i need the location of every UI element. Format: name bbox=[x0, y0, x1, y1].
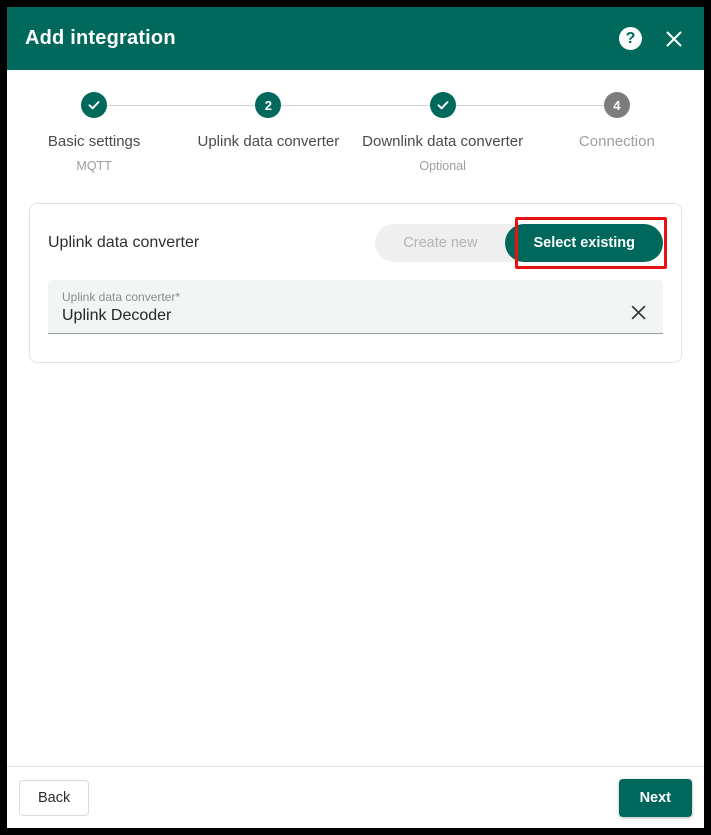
step-connector bbox=[94, 105, 269, 106]
step-label-2: Uplink data converter bbox=[197, 133, 340, 150]
stepper-step-uplink-data-converter[interactable]: 2 Uplink data converter bbox=[181, 92, 443, 159]
step-marker-2[interactable]: 2 bbox=[255, 92, 282, 118]
uplink-data-converter-value: Uplink Decoder bbox=[62, 307, 172, 324]
back-button[interactable]: Back bbox=[19, 779, 90, 816]
help-glyph: ? bbox=[625, 29, 636, 47]
clear-icon[interactable] bbox=[627, 301, 649, 323]
step-connector bbox=[442, 105, 617, 106]
add-integration-dialog: Add integration ? Basic settings MQTT 2 … bbox=[7, 7, 704, 828]
step-sublabel-1: MQTT bbox=[76, 159, 112, 173]
step-marker-4[interactable]: 4 bbox=[603, 92, 630, 118]
create-new-button[interactable]: Create new bbox=[375, 224, 505, 262]
step-marker-4-text: 4 bbox=[613, 97, 621, 113]
page-title: Add integration bbox=[25, 27, 176, 49]
header-actions: ? bbox=[619, 27, 686, 51]
uplink-data-converter-field[interactable]: Uplink data converter* Uplink Decoder bbox=[48, 280, 663, 334]
stepper-step-basic-settings[interactable]: Basic settings MQTT bbox=[7, 92, 269, 173]
step-connector bbox=[268, 105, 443, 106]
step-marker-1[interactable] bbox=[81, 92, 108, 118]
card-header: Uplink data converter Create new Select … bbox=[48, 217, 668, 269]
stepper-row: Basic settings MQTT 2 Uplink data conver… bbox=[7, 92, 704, 173]
select-existing-button[interactable]: Select existing bbox=[505, 224, 663, 262]
step-marker-2-text: 2 bbox=[264, 97, 272, 113]
step-label-1: Basic settings bbox=[47, 133, 141, 150]
converter-mode-toggle-group: Create new Select existing bbox=[375, 217, 668, 269]
stepper-step-connection[interactable]: 4 Connection bbox=[530, 92, 704, 159]
next-button[interactable]: Next bbox=[618, 778, 692, 817]
step-label-3: Downlink data converter bbox=[362, 133, 524, 150]
uplink-converter-card: Uplink data converter Create new Select … bbox=[29, 203, 682, 363]
dialog-body: Uplink data converter Create new Select … bbox=[7, 173, 704, 766]
help-circle-icon[interactable]: ? bbox=[619, 27, 642, 50]
wizard-stepper: Basic settings MQTT 2 Uplink data conver… bbox=[7, 70, 704, 173]
dialog-footer: Back Next bbox=[7, 766, 704, 828]
dialog-header: Add integration ? bbox=[7, 7, 704, 70]
card-title: Uplink data converter bbox=[48, 234, 200, 251]
close-icon[interactable] bbox=[662, 27, 686, 51]
step-label-4: Connection bbox=[578, 133, 655, 150]
uplink-data-converter-label: Uplink data converter* bbox=[62, 290, 181, 304]
step-marker-3[interactable] bbox=[429, 92, 456, 118]
step-sublabel-3: Optional bbox=[419, 159, 466, 173]
field-texts: Uplink data converter* Uplink Decoder bbox=[62, 290, 627, 325]
